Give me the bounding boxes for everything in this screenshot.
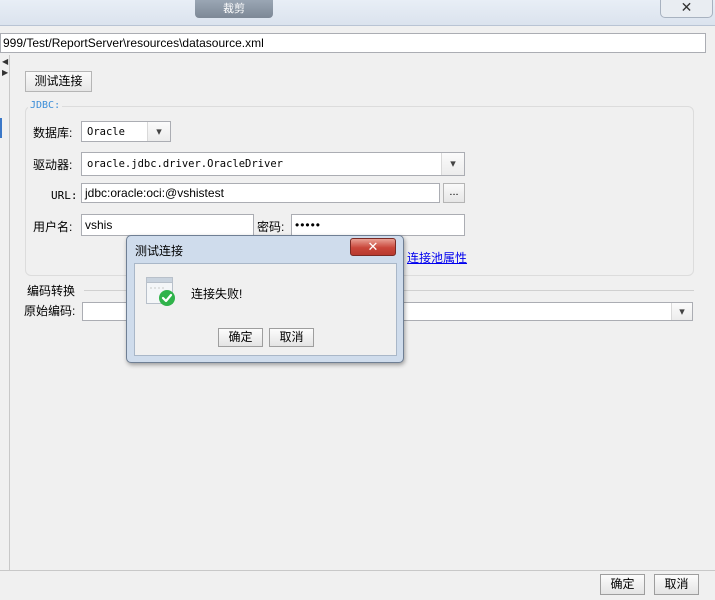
test-connection-dialog: 测试连接 ✕ 连接失败! 确定 取消 bbox=[126, 235, 404, 363]
cancel-button[interactable]: 取消 bbox=[654, 574, 699, 595]
dialog-title: 测试连接 bbox=[135, 244, 184, 258]
database-label: 数据库: bbox=[33, 126, 73, 140]
database-select-value: Oracle bbox=[87, 126, 125, 138]
triangle-left-icon[interactable]: ◀ bbox=[2, 57, 8, 66]
datasource-path-field[interactable]: 999/Test/ReportServer\resources\datasour… bbox=[0, 33, 706, 53]
connection-pool-link[interactable]: 连接池属性 bbox=[407, 249, 467, 266]
test-connection-button[interactable]: 测试连接 bbox=[25, 71, 92, 92]
dialog-close-button[interactable]: ✕ bbox=[350, 238, 396, 256]
dialog-cancel-button[interactable]: 取消 bbox=[269, 328, 314, 347]
url-browse-button[interactable]: ... bbox=[443, 183, 465, 203]
chevron-down-icon[interactable]: ▾ bbox=[671, 303, 692, 320]
chevron-down-icon[interactable]: ▾ bbox=[441, 153, 464, 175]
success-check-icon bbox=[146, 277, 176, 307]
password-label: 密码: bbox=[257, 220, 285, 234]
left-selection-marker bbox=[0, 118, 2, 138]
database-select[interactable]: Oracle ▾ bbox=[81, 121, 171, 142]
triangle-right-icon[interactable]: ▶ bbox=[2, 68, 8, 77]
username-label: 用户名: bbox=[33, 220, 73, 234]
close-icon: ✕ bbox=[680, 0, 693, 15]
jdbc-legend: JDBC: bbox=[28, 100, 63, 111]
close-icon: ✕ bbox=[367, 239, 379, 254]
driver-select-value: oracle.jdbc.driver.OracleDriver bbox=[87, 158, 283, 170]
window-close-button[interactable]: ✕ bbox=[660, 0, 713, 18]
password-input[interactable]: ••••• bbox=[291, 214, 465, 236]
footer-separator bbox=[0, 570, 715, 571]
encoding-section-label: 编码转换 bbox=[27, 284, 76, 298]
window-titlebar bbox=[0, 0, 715, 26]
window-title-tab[interactable]: 裁剪 bbox=[195, 0, 273, 18]
dialog-ok-button[interactable]: 确定 bbox=[218, 328, 263, 347]
url-input[interactable]: jdbc:oracle:oci:@vshistest bbox=[81, 183, 440, 203]
chevron-down-icon[interactable]: ▾ bbox=[147, 122, 170, 141]
driver-label: 驱动器: bbox=[33, 158, 73, 172]
username-input[interactable]: vshis bbox=[81, 214, 254, 236]
ok-button[interactable]: 确定 bbox=[600, 574, 645, 595]
dialog-body: 连接失败! 确定 取消 bbox=[134, 263, 397, 356]
url-label: URL: bbox=[51, 189, 78, 202]
driver-select[interactable]: oracle.jdbc.driver.OracleDriver ▾ bbox=[81, 152, 465, 176]
original-encoding-label: 原始编码: bbox=[24, 304, 76, 318]
dialog-message: 连接失败! bbox=[191, 287, 243, 301]
